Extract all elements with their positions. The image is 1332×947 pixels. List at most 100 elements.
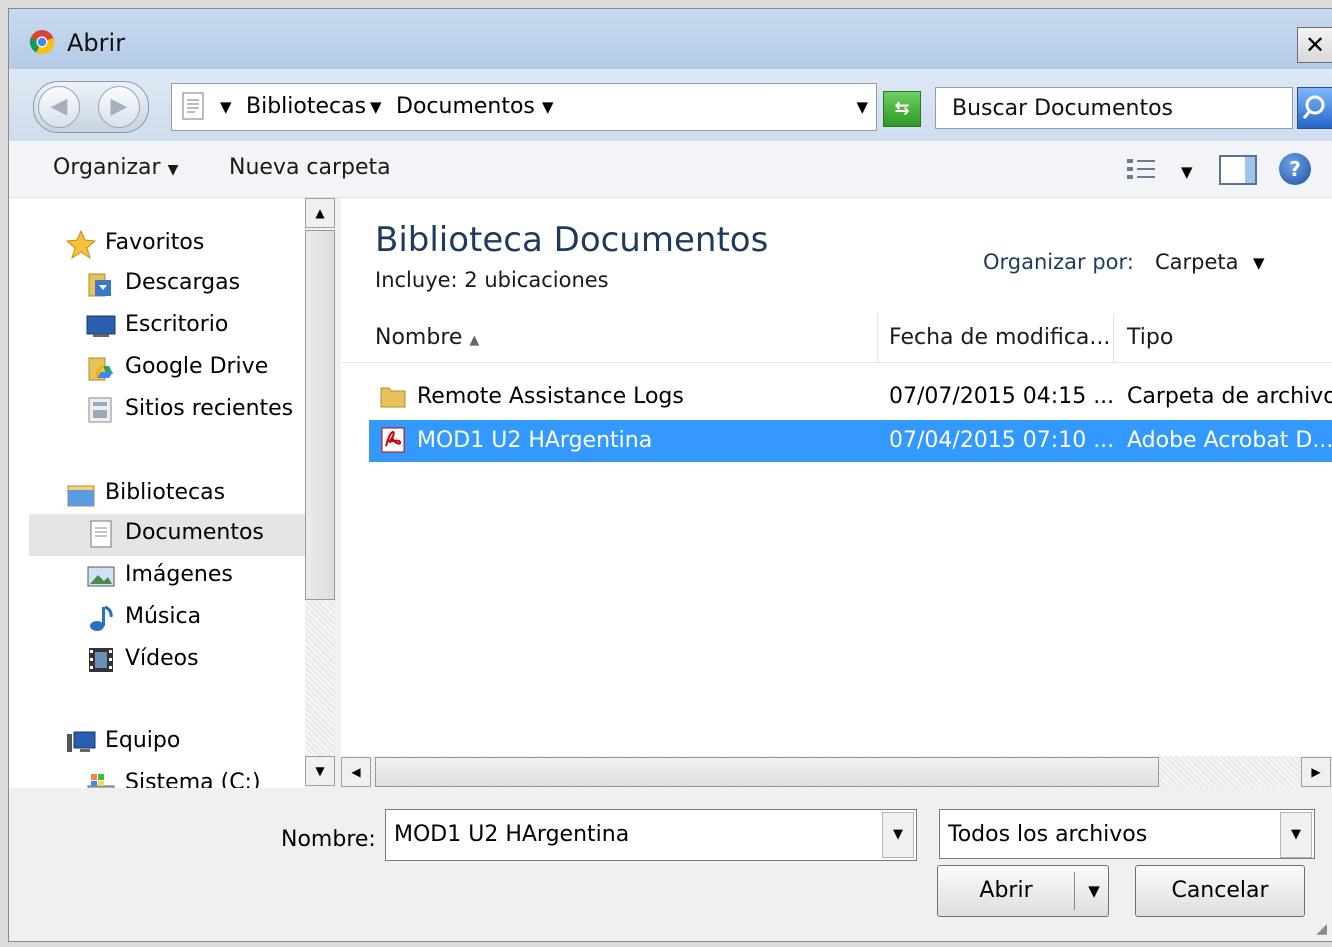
back-arrow-icon: ◀ xyxy=(50,94,68,119)
nav-item-documentos[interactable]: Documentos xyxy=(29,514,305,556)
nav-item-favoritos[interactable]: Favoritos xyxy=(65,224,305,264)
arrow-left-icon: ◀ xyxy=(351,765,361,779)
nav-item-descargas[interactable]: Descargas xyxy=(85,264,305,304)
nav-item-escritorio[interactable]: Escritorio xyxy=(85,306,305,346)
forward-button[interactable]: ▶ xyxy=(98,86,140,128)
breadcrumb-bibliotecas[interactable]: Bibliotecas xyxy=(246,94,366,119)
downloads-folder-icon xyxy=(85,268,117,300)
chevron-down-icon: ▼ xyxy=(1291,827,1301,842)
desktop-icon xyxy=(85,310,117,342)
chevron-down-icon[interactable]: ▼ xyxy=(1253,254,1265,272)
scroll-left-button[interactable]: ◀ xyxy=(341,757,371,787)
view-options-dropdown-icon[interactable]: ▼ xyxy=(1181,163,1193,181)
google-drive-folder-icon xyxy=(85,352,117,384)
library-includes[interactable]: Incluye: 2 ubicaciones xyxy=(375,268,609,292)
scrollbar-thumb[interactable] xyxy=(375,757,1159,787)
column-divider[interactable] xyxy=(877,314,878,362)
nav-item-sitios-recientes[interactable]: Sitios recientes xyxy=(85,390,305,430)
chevron-down-icon: ▼ xyxy=(893,827,903,842)
file-name: Remote Assistance Logs xyxy=(417,384,684,409)
view-details-icon[interactable] xyxy=(1125,155,1159,189)
documents-icon xyxy=(85,518,117,550)
nav-item-imagenes[interactable]: Imágenes xyxy=(85,556,305,596)
scroll-down-button[interactable]: ▼ xyxy=(305,756,335,786)
column-headers: Nombre ▲ Fecha de modifica... Tipo xyxy=(341,314,1332,363)
column-header-name[interactable]: Nombre ▲ xyxy=(375,314,479,362)
nav-item-videos[interactable]: Vídeos xyxy=(85,640,305,680)
nav-item-bibliotecas[interactable]: Bibliotecas xyxy=(65,474,305,514)
file-type: Carpeta de archivos xyxy=(1127,384,1332,409)
filename-input[interactable]: MOD1 U2 HArgentina ▼ xyxy=(385,809,917,861)
resize-grip-icon[interactable]: ◢ xyxy=(1316,921,1327,937)
open-button[interactable]: Abrir ▼ xyxy=(937,865,1109,917)
file-list-horizontal-scrollbar[interactable]: ◀ ▶ xyxy=(341,756,1332,788)
back-button[interactable]: ◀ xyxy=(38,86,80,128)
nav-item-google-drive[interactable]: Google Drive xyxy=(85,348,305,388)
column-divider[interactable] xyxy=(1113,314,1114,362)
organize-button[interactable]: Organizar ▼ xyxy=(53,155,178,180)
file-row-selected[interactable]: MOD1 U2 HArgentina 07/04/2015 07:10 ... … xyxy=(369,420,1332,462)
magnifier-icon xyxy=(1302,95,1325,119)
file-list-pane: Biblioteca Documentos Incluye: 2 ubicaci… xyxy=(341,198,1332,788)
search-button[interactable] xyxy=(1297,87,1332,129)
library-title: Biblioteca Documentos xyxy=(375,220,769,260)
folder-icon xyxy=(379,382,407,416)
filename-value: MOD1 U2 HArgentina xyxy=(394,822,630,847)
open-button-label: Abrir xyxy=(979,878,1033,903)
split-divider xyxy=(1074,872,1075,910)
close-button[interactable]: ✕ xyxy=(1297,27,1332,63)
file-type-value: Todos los archivos xyxy=(948,822,1148,847)
hard-drive-icon xyxy=(85,768,117,788)
file-row[interactable]: Remote Assistance Logs 07/07/2015 04:15 … xyxy=(369,376,1332,418)
computer-icon xyxy=(65,726,97,758)
window-title: Abrir xyxy=(67,29,126,57)
address-row: ◀ ▶ ▼ Bibliotecas ▼ Documentos ▼ ▼ ⇆ Bus… xyxy=(9,69,1332,141)
nav-item-musica[interactable]: Música xyxy=(85,598,305,638)
chrome-icon xyxy=(29,29,55,61)
videos-icon xyxy=(85,644,117,676)
arrange-by-dropdown[interactable]: Carpeta xyxy=(1155,250,1239,274)
pdf-icon xyxy=(379,426,407,460)
search-input[interactable]: Buscar Documentos xyxy=(935,87,1293,129)
title-bar: Abrir ✕ xyxy=(9,9,1332,69)
file-date: 07/07/2015 04:15 ... xyxy=(889,384,1115,409)
chevron-down-icon[interactable]: ▼ xyxy=(220,98,232,116)
navigation-pane-scrollbar[interactable]: ▲ ▼ xyxy=(305,198,335,788)
nav-item-sistema-c[interactable]: Sistema (C:) xyxy=(85,764,305,788)
scrollbar-thumb[interactable] xyxy=(305,230,335,600)
file-name: MOD1 U2 HArgentina xyxy=(417,428,653,453)
address-history-dropdown-icon[interactable]: ▼ xyxy=(856,98,868,116)
file-type: Adobe Acrobat D... xyxy=(1127,428,1332,453)
filename-dropdown-button[interactable]: ▼ xyxy=(882,812,914,858)
music-icon xyxy=(85,602,117,634)
close-icon: ✕ xyxy=(1304,31,1326,59)
command-toolbar: Organizar ▼ Nueva carpeta ▼ ? xyxy=(9,141,1332,198)
refresh-icon: ⇆ xyxy=(894,98,910,119)
filename-label: Nombre: xyxy=(281,827,376,852)
file-type-select[interactable]: Todos los archivos ▼ xyxy=(939,809,1315,859)
chevron-down-icon[interactable]: ▼ xyxy=(542,98,554,116)
file-type-dropdown-button[interactable]: ▼ xyxy=(1280,812,1312,858)
recent-places-icon xyxy=(85,394,117,426)
forward-arrow-icon: ▶ xyxy=(110,94,128,119)
open-options-dropdown-icon[interactable]: ▼ xyxy=(1080,866,1108,916)
cancel-button[interactable]: Cancelar xyxy=(1135,865,1305,917)
chevron-down-icon[interactable]: ▼ xyxy=(370,98,382,116)
chevron-down-icon: ▼ xyxy=(167,162,179,178)
column-header-type[interactable]: Tipo xyxy=(1127,314,1173,362)
nav-item-equipo[interactable]: Equipo xyxy=(65,722,305,762)
refresh-button[interactable]: ⇆ xyxy=(883,91,921,127)
open-file-dialog: Abrir ✕ ◀ ▶ ▼ Bibliotecas ▼ Documentos ▼… xyxy=(8,8,1332,942)
scroll-right-button[interactable]: ▶ xyxy=(1301,757,1331,787)
new-folder-button[interactable]: Nueva carpeta xyxy=(229,155,391,180)
file-date: 07/04/2015 07:10 ... xyxy=(889,428,1115,453)
preview-pane-icon[interactable] xyxy=(1219,155,1257,185)
column-header-date[interactable]: Fecha de modifica... xyxy=(889,314,1110,362)
star-icon xyxy=(65,228,97,260)
sort-ascending-icon: ▲ xyxy=(469,333,480,348)
help-icon[interactable]: ? xyxy=(1279,153,1311,185)
breadcrumb-documentos[interactable]: Documentos xyxy=(396,94,535,119)
scroll-up-button[interactable]: ▲ xyxy=(305,198,335,228)
breadcrumb[interactable]: ▼ Bibliotecas ▼ Documentos ▼ ▼ xyxy=(171,83,877,131)
document-library-icon xyxy=(182,92,204,126)
